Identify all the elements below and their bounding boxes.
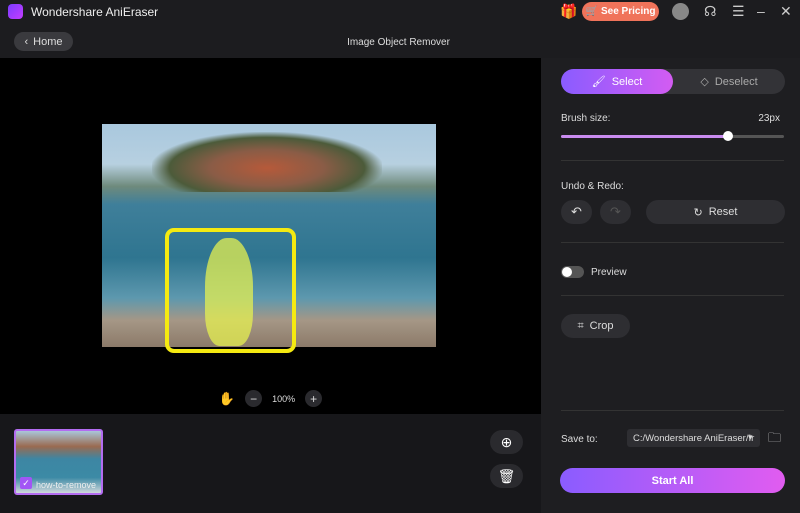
undo-redo-label: Undo & Redo: (561, 181, 624, 192)
avatar[interactable] (672, 3, 689, 20)
crop-icon: ⌗ (577, 319, 584, 332)
select-button[interactable]: 🖌 Select (561, 69, 673, 94)
thumbnail-label: how-to-remove (36, 480, 97, 490)
start-all-button[interactable]: Start All (560, 468, 785, 493)
delete-button[interactable]: 🗑 (490, 464, 523, 488)
redo-button[interactable]: ↷ (600, 200, 631, 224)
reset-label: Reset (708, 206, 738, 218)
app-logo (8, 4, 23, 19)
checkbox-checked-icon[interactable]: ✓ (20, 477, 32, 489)
plus-circle-icon: ⊕ (500, 433, 513, 450)
deselect-label: Deselect (714, 75, 758, 88)
preview-label: Preview (591, 267, 627, 278)
divider (561, 295, 784, 296)
zoom-out-button[interactable]: − (245, 390, 263, 407)
headset-icon[interactable]: ☊ (704, 3, 716, 20)
brush-size-value: 23px (758, 113, 780, 124)
see-pricing-button[interactable]: 🛒 See Pricing (582, 2, 659, 21)
page-title: Image Object Remover (347, 37, 450, 48)
crop-button[interactable]: ⌗ Crop (561, 314, 630, 338)
reset-button[interactable]: ↻ Reset (646, 200, 785, 224)
slider-fill (561, 135, 729, 138)
undo-button[interactable]: ↶ (561, 200, 592, 224)
app-title: Wondershare AniEraser (31, 5, 159, 19)
select-label: Select (611, 75, 643, 88)
undo-icon: ↶ (571, 204, 582, 219)
zoom-controls: ✋ − 100% + (0, 390, 541, 407)
close-icon[interactable]: ✕ (780, 3, 792, 20)
folder-icon[interactable]: 🗀 (768, 429, 781, 451)
redo-icon: ↷ (610, 204, 621, 219)
divider (561, 242, 784, 243)
zoom-level: 100% (272, 393, 296, 404)
minimize-icon[interactable]: – (757, 3, 765, 19)
brush-icon: 🖌 (591, 76, 606, 88)
zoom-in-button[interactable]: + (305, 390, 323, 407)
divider (561, 160, 784, 161)
add-image-button[interactable]: ⊕ (490, 430, 523, 454)
brush-size-label: Brush size: (561, 113, 611, 124)
island-image-region (152, 132, 382, 192)
pricing-label: See Pricing (600, 6, 656, 17)
save-path-value: C:/Wondershare AniEraser/Ir (633, 432, 755, 444)
save-to-label: Save to: (561, 434, 598, 445)
reset-icon: ↻ (693, 206, 703, 219)
selection-box[interactable] (165, 228, 296, 353)
cart-icon: 🛒 (585, 6, 598, 17)
crop-label: Crop (589, 320, 614, 332)
deselect-button[interactable]: ◇ Deselect (673, 69, 785, 94)
preview-toggle[interactable] (561, 266, 584, 278)
eraser-icon: ◇ (700, 76, 709, 88)
gift-icon[interactable]: 🎁 (560, 3, 577, 20)
thumbnail-item[interactable]: ✓ how-to-remove (14, 429, 103, 495)
chevron-down-icon[interactable]: ▾ (748, 432, 753, 443)
divider (561, 410, 784, 411)
save-path-dropdown[interactable]: C:/Wondershare AniEraser/Ir (627, 429, 760, 447)
menu-icon[interactable]: ☰ (732, 3, 745, 20)
hand-icon[interactable]: ✋ (219, 391, 235, 407)
trash-icon: 🗑 (497, 467, 516, 484)
